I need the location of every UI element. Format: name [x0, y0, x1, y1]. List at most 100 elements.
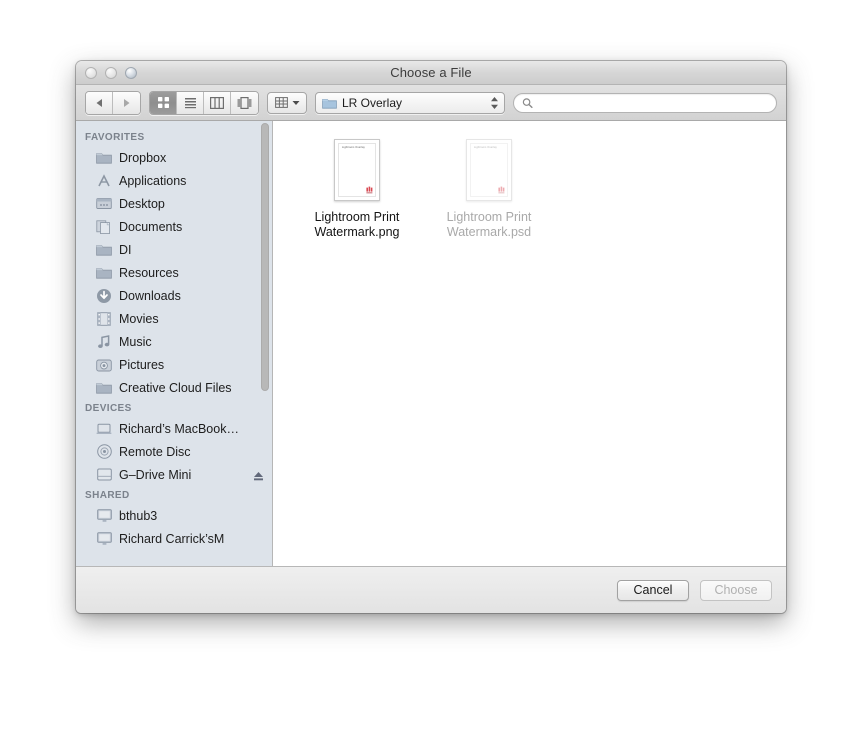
sidebar-item-applications[interactable]: Applications	[76, 169, 272, 192]
sidebar-section-header-favorites: FAVORITES	[85, 132, 145, 143]
file-thumbnail: Lightroom Overlay	[463, 137, 515, 203]
sidebar-item-label: G–Drive Mini	[119, 467, 192, 482]
file-browser-pane[interactable]: Lightroom Overlay Lightroom Print Waterm…	[273, 121, 786, 566]
sidebar-scrollbar[interactable]	[261, 123, 269, 391]
coverflow-view-button[interactable]	[231, 91, 258, 114]
watermark-mark-icon	[366, 186, 373, 194]
applications-icon	[96, 173, 112, 189]
sidebar-item-dropbox[interactable]: Dropbox	[76, 146, 272, 169]
search-icon	[522, 97, 533, 108]
back-arrow-icon	[96, 98, 102, 107]
navigation-buttons	[85, 90, 141, 115]
cancel-button[interactable]: Cancel	[617, 579, 689, 601]
arrange-grid-icon	[274, 97, 288, 108]
sidebar-item-label: Richard Carrick’sM	[119, 531, 225, 546]
watermark-mark-icon	[498, 186, 505, 194]
title-bar: Choose a File	[76, 61, 786, 85]
thumbnail-caption: Lightroom Overlay	[474, 146, 497, 149]
sidebar-item-resources[interactable]: Resources	[76, 261, 272, 284]
sidebar-item-label: Music	[119, 334, 152, 349]
sidebar-section-header-devices: DEVICES	[85, 403, 132, 414]
file-name-label: Lightroom Print Watermark.psd	[446, 210, 532, 239]
choose-a-file-dialog: Choose a File LR Overlay FAVORITES Dropb…	[76, 61, 786, 613]
coverflow-icon	[237, 96, 252, 109]
choose-button[interactable]: Choose	[700, 579, 772, 601]
sidebar-item-movies[interactable]: Movies	[76, 307, 272, 330]
zoom-button[interactable]	[125, 66, 137, 79]
window-controls	[85, 66, 137, 79]
folder-icon	[96, 265, 112, 281]
dialog-footer: Cancel Choose	[76, 566, 786, 613]
close-button[interactable]	[85, 66, 97, 79]
file-item[interactable]: Lightroom Overlay Lightroom Print Waterm…	[291, 135, 423, 240]
up-down-arrows-icon	[491, 96, 498, 109]
search-field[interactable]	[513, 92, 777, 113]
sidebar-item-label: Movies	[119, 311, 159, 326]
path-popup-button[interactable]: LR Overlay	[315, 91, 505, 114]
window-title: Choose a File	[390, 65, 472, 80]
screen-icon	[96, 508, 112, 524]
forward-button[interactable]	[113, 91, 140, 114]
sidebar-item-label: Remote Disc	[119, 444, 191, 459]
pictures-icon	[96, 357, 112, 373]
sidebar-item-label: Creative Cloud Files	[119, 380, 232, 395]
folder-icon	[96, 150, 112, 166]
columns-icon	[210, 96, 224, 109]
column-view-button[interactable]	[204, 91, 231, 114]
sidebar-item-label: bthub3	[119, 508, 158, 523]
thumbnail-caption: Lightroom Overlay	[342, 146, 365, 149]
file-thumbnail: Lightroom Overlay	[331, 137, 383, 203]
sidebar-item-label: DI	[119, 242, 132, 257]
list-icon	[184, 98, 196, 109]
sidebar-item-label: Applications	[119, 173, 187, 188]
path-popup-label: LR Overlay	[342, 95, 403, 110]
screen-icon	[96, 531, 112, 547]
grid-icon	[157, 97, 169, 108]
file-name-label: Lightroom Print Watermark.png	[314, 210, 400, 239]
movies-icon	[96, 311, 112, 327]
sidebar-item-documents[interactable]: Documents	[76, 215, 272, 238]
page-preview-icon: Lightroom Overlay	[466, 139, 512, 201]
minimize-button[interactable]	[105, 66, 117, 79]
desktop-icon	[96, 196, 112, 212]
sidebar-item-label: Documents	[119, 219, 183, 234]
chevron-down-icon	[292, 100, 299, 105]
back-button[interactable]	[86, 91, 113, 114]
sidebar-item-desktop[interactable]: Desktop	[76, 192, 272, 215]
search-input[interactable]	[538, 94, 768, 111]
toolbar: LR Overlay	[76, 85, 786, 121]
arrange-button[interactable]	[267, 91, 307, 114]
documents-icon	[96, 219, 112, 235]
sidebar-item-pictures[interactable]: Pictures	[76, 353, 272, 376]
sidebar-item-label: Downloads	[119, 288, 181, 303]
folder-icon	[96, 380, 112, 396]
sidebar-item-label: Desktop	[119, 196, 165, 211]
forward-arrow-icon	[124, 98, 130, 107]
sidebar-item-label: Richard’s MacBook…	[119, 421, 239, 436]
sidebar-item-remote-disc[interactable]: Remote Disc	[76, 440, 272, 463]
sidebar-item-richard-carricks-m[interactable]: Richard Carrick’sM	[76, 527, 272, 550]
laptop-icon	[96, 421, 112, 437]
folder-icon	[322, 98, 337, 109]
sidebar-item-richards-macbook[interactable]: Richard’s MacBook…	[76, 417, 272, 440]
icon-view-button[interactable]	[150, 91, 177, 114]
sidebar-item-bthub3[interactable]: bthub3	[76, 504, 272, 527]
file-item[interactable]: Lightroom Overlay Lightroom Print Waterm…	[423, 135, 555, 240]
sidebar-item-label: Resources	[119, 265, 179, 280]
sidebar-item-label: Pictures	[119, 357, 165, 372]
sidebar: FAVORITES Dropbox Applications Desktop D…	[76, 121, 273, 566]
sidebar-item-creative-cloud-files[interactable]: Creative Cloud Files	[76, 376, 272, 399]
disc-icon	[96, 444, 112, 460]
sidebar-section-header-shared: SHARED	[85, 490, 130, 501]
page-preview-icon: Lightroom Overlay	[334, 139, 380, 201]
sidebar-item-g-drive-mini[interactable]: G–Drive Mini	[76, 463, 272, 486]
dialog-body: FAVORITES Dropbox Applications Desktop D…	[76, 121, 786, 566]
sidebar-item-label: Dropbox	[119, 150, 167, 165]
eject-icon[interactable]	[253, 469, 264, 481]
sidebar-item-downloads[interactable]: Downloads	[76, 284, 272, 307]
view-mode-buttons	[149, 90, 259, 115]
folder-icon	[96, 242, 112, 258]
list-view-button[interactable]	[177, 91, 204, 114]
sidebar-item-music[interactable]: Music	[76, 330, 272, 353]
sidebar-item-di[interactable]: DI	[76, 238, 272, 261]
